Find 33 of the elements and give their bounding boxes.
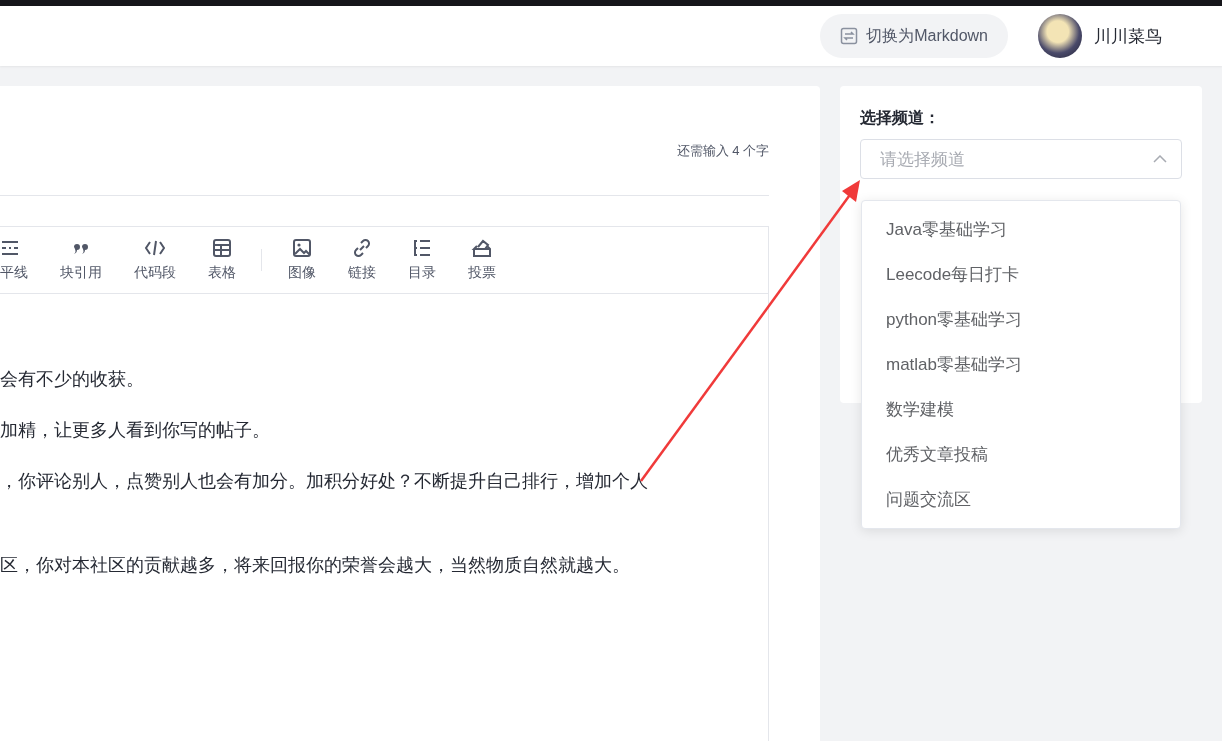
- channel-option[interactable]: 优秀文章投稿: [862, 432, 1180, 477]
- lines-icon: [0, 238, 20, 258]
- table-icon: [212, 238, 232, 258]
- channel-option[interactable]: Leecode每日打卡: [862, 252, 1180, 297]
- switch-markdown-button[interactable]: 切换为Markdown: [820, 14, 1008, 58]
- user-name: 川川菜鸟: [1094, 25, 1162, 48]
- list-icon: [412, 238, 432, 258]
- channel-option[interactable]: matlab零基础学习: [862, 342, 1180, 387]
- toolbar-button[interactable]: 块引用: [60, 238, 102, 282]
- toolbar-button[interactable]: 投票: [468, 238, 496, 282]
- toolbar-button[interactable]: 目录: [408, 238, 436, 282]
- channel-label: 选择频道：: [860, 108, 941, 128]
- remaining-count: 还需输入 4 个字: [675, 142, 770, 160]
- channel-option[interactable]: Java零基础学习: [862, 207, 1180, 252]
- image-icon: [292, 238, 312, 258]
- chevron-icon: [1153, 155, 1167, 163]
- toolbar-button[interactable]: 链接: [348, 238, 376, 282]
- link-icon: [352, 238, 372, 258]
- paragraph-text: 加精，让更多人看到你写的帖子。: [0, 419, 271, 442]
- ballot-box-icon: [471, 238, 493, 258]
- channel-option[interactable]: python零基础学习: [862, 297, 1180, 342]
- channel-option[interactable]: 问题交流区: [862, 477, 1180, 522]
- toolbar-button[interactable]: 图像: [288, 238, 316, 282]
- toolbar-button[interactable]: 平线: [0, 238, 28, 282]
- toolbar-button[interactable]: 表格: [208, 238, 236, 282]
- paragraph-text: 区，你对本社区的贡献越多，将来回报你的荣誉会越大，当然物质自然就越大。: [0, 554, 631, 577]
- paragraph-text: ，你评论别人，点赞别人也会有加分。加积分好处？不断提升自己排行，增加个人: [0, 470, 649, 493]
- toolbar-button[interactable]: 代码段: [134, 238, 176, 282]
- paragraph-text: 会有不少的收获。: [0, 368, 145, 391]
- swap-icon: [840, 27, 859, 45]
- code-icon: [144, 238, 166, 258]
- avatar[interactable]: [1038, 14, 1082, 58]
- channel-option[interactable]: 数学建模: [862, 387, 1180, 432]
